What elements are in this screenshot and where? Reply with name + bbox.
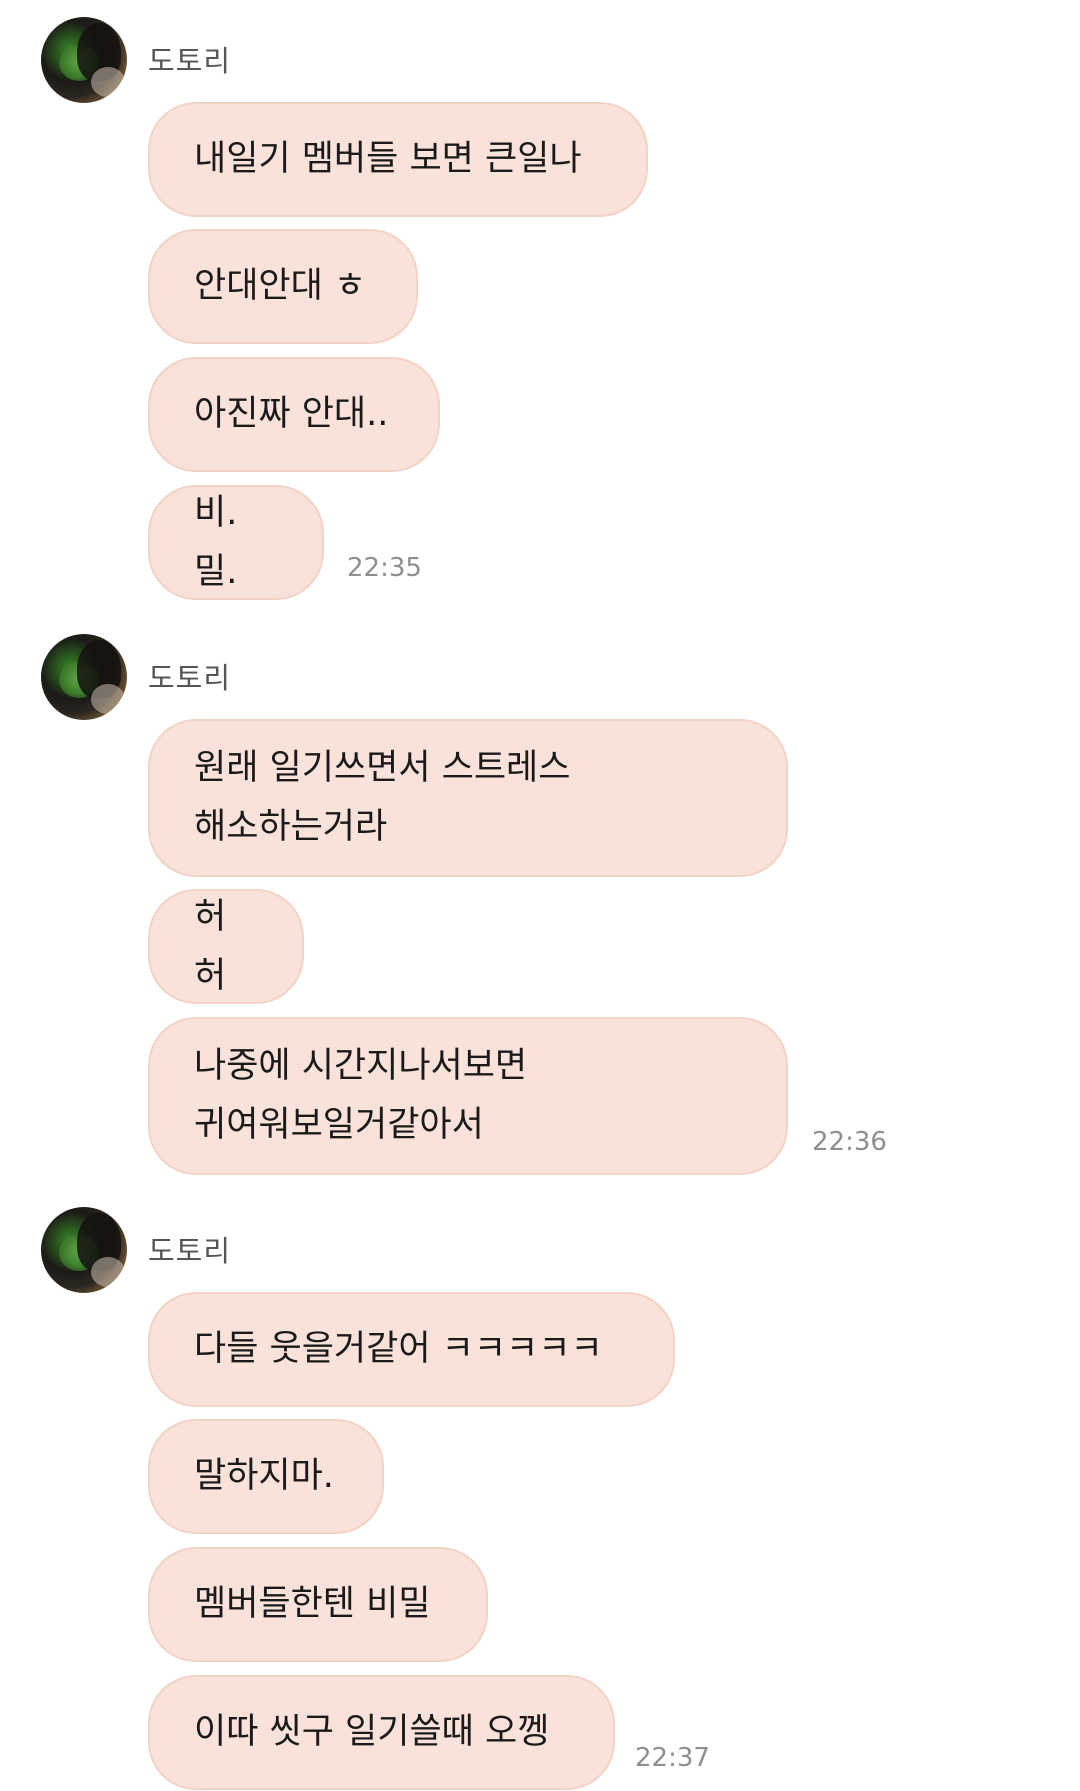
message-timestamp: 22:37 bbox=[635, 1743, 710, 1773]
message-bubble[interactable]: 나중에 시간지나서보면 귀여워보일거같아서 bbox=[148, 1017, 788, 1175]
message-bubble[interactable]: 말하지마. bbox=[148, 1419, 384, 1534]
message-timestamp: 22:36 bbox=[812, 1127, 887, 1157]
message-bubble[interactable]: 이따 씻구 일기쓸때 오껭 bbox=[148, 1675, 615, 1790]
message-bubble[interactable]: 비.밀. bbox=[148, 485, 324, 600]
avatar-shade-shape bbox=[91, 1257, 125, 1287]
message-group: 도토리 다들 웃을거같어 ㅋㅋㅋㅋㅋ 말하지마. 멤버들한텐 비밀 이따 씻구 … bbox=[0, 1190, 1080, 1790]
avatar-shade-shape bbox=[91, 684, 125, 714]
message-bubble[interactable]: 안대안대 ㅎ bbox=[148, 229, 418, 344]
message-timestamp: 22:35 bbox=[347, 553, 422, 583]
message-bubble[interactable]: 아진짜 안대.. bbox=[148, 357, 440, 472]
sender-name: 도토리 bbox=[148, 661, 232, 695]
avatar[interactable] bbox=[41, 634, 127, 720]
avatar[interactable] bbox=[41, 17, 127, 103]
message-group: 도토리 원래 일기쓰면서 스트레스 해소하는거라 허허 나중에 시간지나서보면 … bbox=[0, 617, 1080, 1187]
sender-name: 도토리 bbox=[148, 44, 232, 78]
message-bubble[interactable]: 허허 bbox=[148, 889, 304, 1004]
message-bubble[interactable]: 다들 웃을거같어 ㅋㅋㅋㅋㅋ bbox=[148, 1292, 675, 1407]
message-bubble[interactable]: 내일기 멤버들 보면 큰일나 bbox=[148, 102, 648, 217]
sender-name: 도토리 bbox=[148, 1234, 232, 1268]
avatar[interactable] bbox=[41, 1207, 127, 1293]
message-group: 도토리 내일기 멤버들 보면 큰일나 안대안대 ㅎ 아진짜 안대.. 비.밀. … bbox=[0, 0, 1080, 620]
avatar-shade-shape bbox=[91, 67, 125, 97]
chat-thread: 도토리 내일기 멤버들 보면 큰일나 안대안대 ㅎ 아진짜 안대.. 비.밀. … bbox=[0, 0, 1080, 1791]
message-bubble[interactable]: 원래 일기쓰면서 스트레스 해소하는거라 bbox=[148, 719, 788, 877]
message-bubble[interactable]: 멤버들한텐 비밀 bbox=[148, 1547, 488, 1662]
